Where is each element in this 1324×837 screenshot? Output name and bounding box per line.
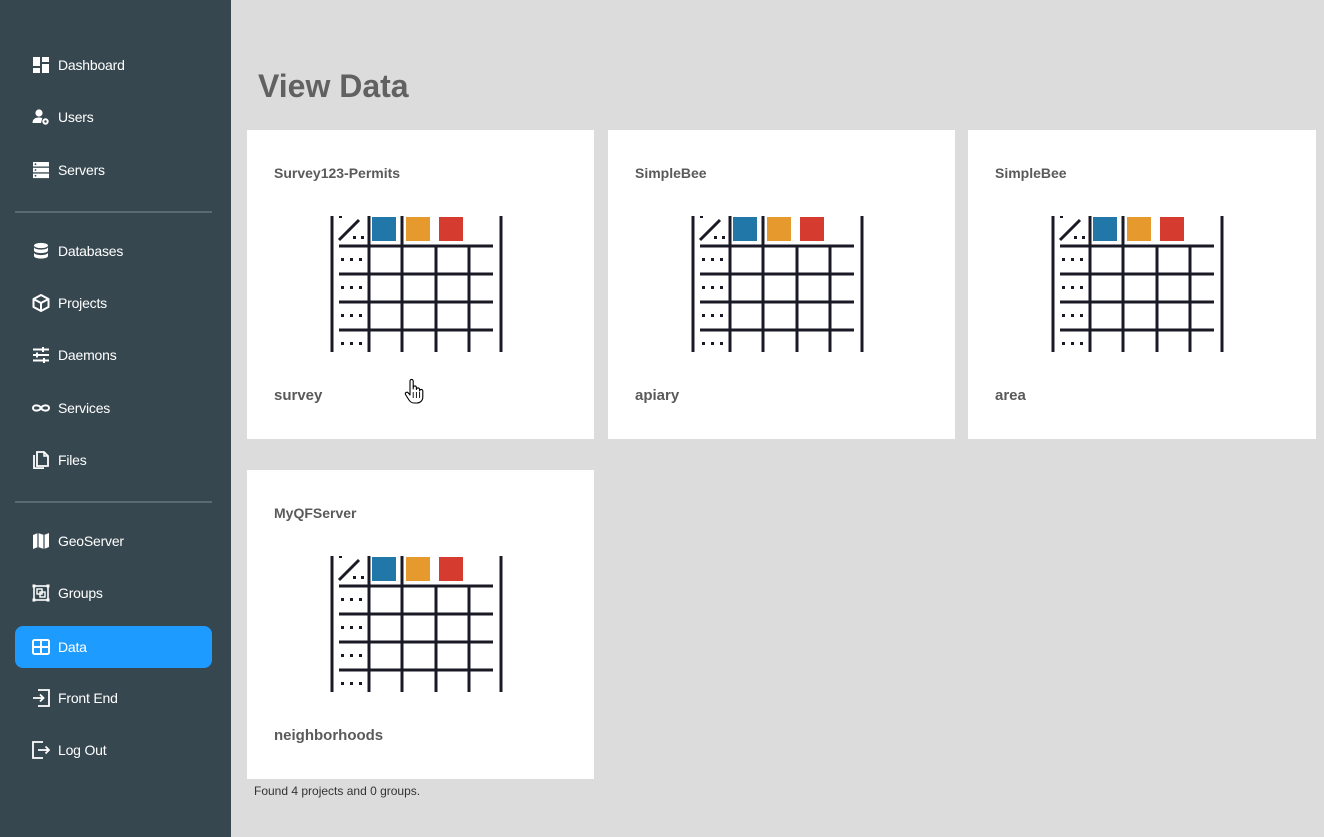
sidebar-item-label: Users (58, 109, 94, 125)
data-card[interactable]: MyQFServer neighborhoods (247, 470, 594, 779)
sidebar-item-label: Front End (58, 690, 118, 706)
map-icon (32, 532, 50, 550)
sidebar-item-front-end[interactable]: Front End (15, 677, 212, 719)
groups-icon (32, 584, 50, 602)
dashboard-icon (32, 56, 50, 74)
card-server-name: MyQFServer (274, 505, 357, 521)
sidebar-item-dashboard[interactable]: Dashboard (15, 44, 212, 86)
sidebar-divider (15, 501, 212, 503)
card-server-name: Survey123-Permits (274, 165, 401, 181)
sidebar-divider (15, 211, 212, 213)
sidebar-item-users[interactable]: Users (15, 96, 212, 138)
sidebar-item-data[interactable]: Data (15, 626, 212, 668)
files-icon (32, 451, 50, 469)
data-card[interactable]: Survey123-Permits survey (247, 130, 594, 439)
page-title: View Data (258, 68, 409, 104)
card-layer-name: survey (274, 387, 323, 404)
sliders-icon (32, 346, 50, 364)
users-gear-icon (32, 108, 50, 126)
sign-out-icon (32, 741, 50, 759)
sidebar-item-label: Servers (58, 162, 105, 178)
sidebar-item-label: Dashboard (58, 57, 125, 73)
sidebar-item-services[interactable]: Services (15, 387, 212, 429)
database-icon (32, 242, 50, 260)
table-icon (32, 638, 50, 656)
sidebar-item-label: Groups (58, 585, 103, 601)
sidebar-item-label: Log Out (58, 742, 107, 758)
data-table-icon (330, 216, 504, 353)
sidebar-item-label: Data (58, 639, 87, 655)
data-card[interactable]: SimpleBee apiary (608, 130, 955, 439)
sidebar: Dashboard Users Servers Databases Projec… (0, 0, 231, 837)
sidebar-item-label: Databases (58, 243, 124, 259)
card-layer-name: apiary (635, 387, 680, 404)
card-server-name: SimpleBee (995, 165, 1067, 181)
data-card[interactable]: SimpleBee area (968, 130, 1316, 439)
sidebar-item-label: Projects (58, 295, 107, 311)
data-table-icon (691, 216, 865, 353)
sidebar-item-log-out[interactable]: Log Out (15, 729, 212, 771)
cube-icon (32, 294, 50, 312)
sidebar-item-geoserver[interactable]: GeoServer (15, 520, 212, 562)
sidebar-item-files[interactable]: Files (15, 439, 212, 481)
sidebar-item-servers[interactable]: Servers (15, 149, 212, 191)
sidebar-item-label: Daemons (58, 347, 117, 363)
sidebar-item-label: Services (58, 400, 111, 416)
servers-icon (32, 161, 50, 179)
sidebar-item-projects[interactable]: Projects (15, 282, 212, 324)
card-layer-name: area (995, 387, 1026, 404)
infinity-icon (32, 399, 50, 417)
sidebar-item-groups[interactable]: Groups (15, 572, 212, 614)
card-server-name: SimpleBee (635, 165, 707, 181)
sidebar-item-daemons[interactable]: Daemons (15, 334, 212, 376)
results-summary: Found 4 projects and 0 groups. (254, 784, 421, 798)
data-table-icon (1051, 216, 1225, 353)
data-table-icon (330, 556, 504, 693)
sign-in-icon (32, 689, 50, 707)
card-layer-name: neighborhoods (274, 727, 384, 744)
sidebar-item-databases[interactable]: Databases (15, 230, 212, 272)
sidebar-item-label: Files (58, 452, 87, 468)
sidebar-item-label: GeoServer (58, 533, 124, 549)
